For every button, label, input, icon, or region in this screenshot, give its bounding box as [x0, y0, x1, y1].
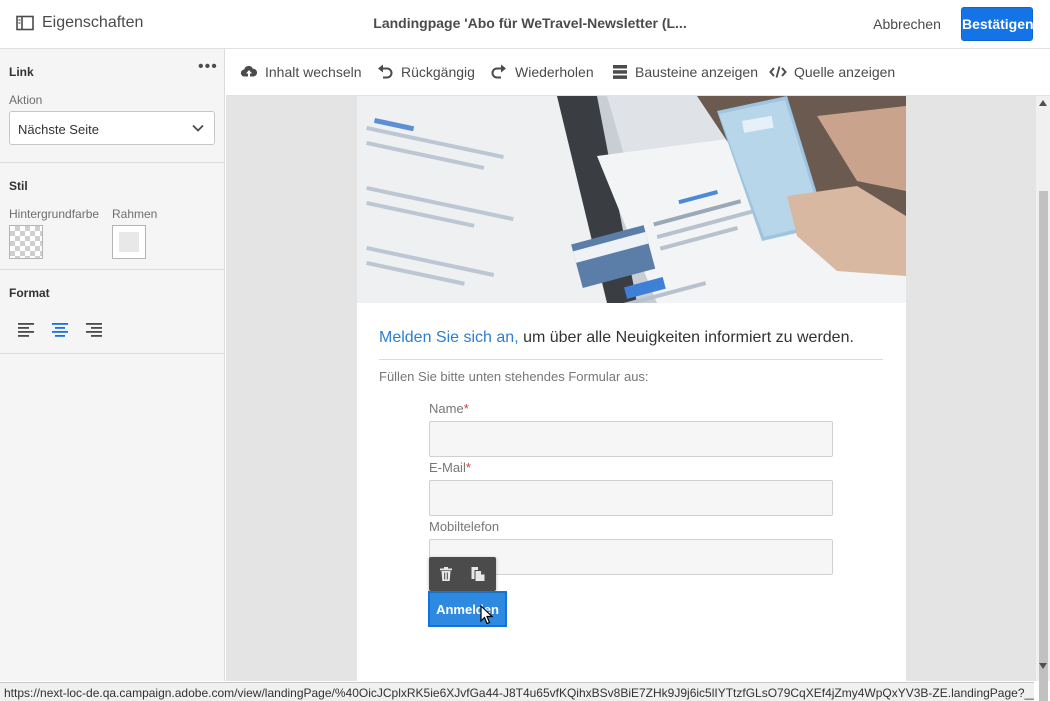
- name-field[interactable]: [429, 421, 833, 457]
- headline: Melden Sie sich an, um über alle Neuigke…: [379, 329, 854, 347]
- switch-content-button[interactable]: Inhalt wechseln: [240, 64, 362, 80]
- show-source-label: Quelle anzeigen: [794, 64, 896, 80]
- link-section-title: Link: [9, 65, 34, 79]
- redo-label: Wiederholen: [515, 64, 594, 80]
- headline-accent: Melden Sie sich an,: [379, 329, 519, 346]
- form-intro: Füllen Sie bitte unten stehendes Formula…: [379, 369, 649, 384]
- format-section-title: Format: [9, 286, 50, 300]
- editor-toolbar: Inhalt wechseln Rückgängig Wiederholen B…: [226, 49, 1050, 96]
- redo-icon: [491, 64, 506, 79]
- redo-button[interactable]: Wiederholen: [490, 64, 594, 80]
- email-field[interactable]: [429, 480, 833, 516]
- chevron-down-icon: [192, 124, 204, 132]
- block-context-toolbar: [429, 557, 496, 591]
- show-source-button[interactable]: Quelle anzeigen: [769, 64, 895, 80]
- landing-page-content: Melden Sie sich an, um über alle Neuigke…: [357, 96, 906, 681]
- undo-label: Rückgängig: [401, 64, 475, 80]
- properties-panel: Link ••• Aktion Nächste Seite Stil Hinte…: [0, 49, 225, 681]
- switch-content-label: Inhalt wechseln: [265, 64, 362, 80]
- mobile-label: Mobiltelefon: [429, 519, 499, 534]
- duplicate-icon[interactable]: [470, 566, 486, 582]
- properties-toggle[interactable]: Eigenschaften: [16, 14, 143, 32]
- border-swatch[interactable]: [112, 225, 146, 259]
- link-section: Link ••• Aktion Nächste Seite: [0, 49, 224, 163]
- page-title: Landingpage 'Abo für WeTravel-Newsletter…: [373, 15, 687, 31]
- align-center-icon[interactable]: [49, 320, 71, 338]
- code-icon: [769, 66, 787, 78]
- name-label: Name*: [429, 401, 469, 416]
- confirm-button[interactable]: Bestätigen: [961, 7, 1034, 41]
- divider: [379, 359, 883, 360]
- scroll-down-icon[interactable]: [1039, 663, 1047, 669]
- blocks-icon: [613, 65, 627, 79]
- undo-button[interactable]: Rückgängig: [376, 64, 475, 80]
- headline-rest: um über alle Neuigkeiten informiert zu w…: [518, 329, 854, 346]
- panel-icon: [16, 15, 34, 31]
- show-blocks-button[interactable]: Bausteine anzeigen: [612, 64, 758, 80]
- name-label-text: Name: [429, 401, 464, 416]
- properties-label: Eigenschaften: [42, 14, 144, 31]
- scroll-up-icon[interactable]: [1039, 100, 1047, 106]
- more-options-icon[interactable]: •••: [198, 58, 218, 76]
- status-url: https://next-loc-de.qa.campaign.adobe.co…: [0, 682, 1034, 701]
- required-marker: *: [463, 401, 469, 416]
- email-label: E-Mail*: [429, 460, 471, 475]
- delete-icon[interactable]: [438, 566, 454, 582]
- style-section: Stil Hintergrundfarbe Rahmen: [0, 163, 224, 270]
- show-blocks-label: Bausteine anzeigen: [635, 64, 758, 80]
- subscribe-button[interactable]: Anmelden: [428, 591, 507, 627]
- bg-color-label: Hintergrundfarbe: [9, 207, 100, 221]
- email-label-text: E-Mail: [429, 460, 466, 475]
- mobile-label-text: Mobiltelefon: [429, 519, 500, 534]
- action-select[interactable]: Nächste Seite: [9, 111, 215, 145]
- cancel-button[interactable]: Abbrechen: [866, 16, 948, 32]
- mouse-cursor-icon: [480, 605, 494, 625]
- align-right-icon[interactable]: [82, 320, 104, 338]
- editor-canvas: Melden Sie sich an, um über alle Neuigke…: [226, 96, 1036, 681]
- action-label: Aktion: [9, 93, 43, 107]
- undo-icon: [378, 64, 393, 79]
- canvas-scrollbar[interactable]: [1036, 96, 1050, 701]
- action-select-value: Nächste Seite: [18, 122, 99, 137]
- hero-image: [357, 96, 906, 303]
- format-section: Format: [0, 270, 224, 354]
- border-label: Rahmen: [112, 207, 158, 221]
- required-marker: *: [465, 460, 471, 475]
- style-section-title: Stil: [9, 179, 28, 193]
- scrollbar-thumb[interactable]: [1039, 191, 1048, 701]
- bg-color-swatch[interactable]: [9, 225, 43, 259]
- align-left-icon[interactable]: [16, 320, 38, 338]
- cloud-upload-icon: [240, 65, 258, 77]
- header: Eigenschaften Landingpage 'Abo für WeTra…: [0, 0, 1050, 49]
